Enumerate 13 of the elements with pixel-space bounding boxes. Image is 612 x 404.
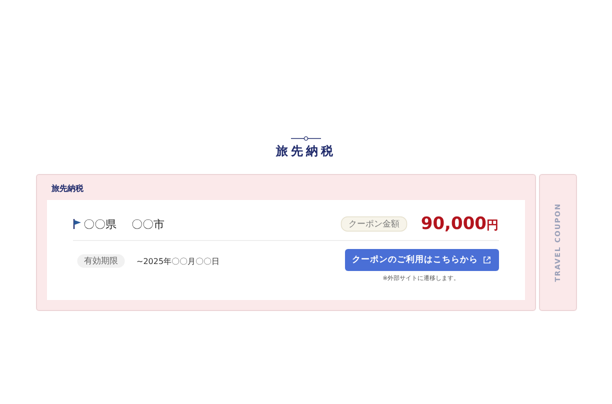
coupon-label: 旅先納税 [50,183,84,194]
ornament-icon [291,136,321,141]
section-heading: 旅先納税 [276,143,336,160]
currency-text: 円 [486,218,498,232]
coupon-link-button[interactable]: クーポンのご利用はこちらから [344,249,498,271]
prefecture-text: 〇〇県 [84,216,116,232]
validity-label: 有効期限 [76,254,124,268]
external-link-icon [483,256,491,264]
city-text: 〇〇市 [132,216,164,232]
amount-label: クーポン金額 [340,216,408,232]
validity-date: ~2025年〇〇月〇〇日 [136,256,220,266]
flag-icon [72,219,80,229]
amount-value: 90,000 [420,214,486,234]
